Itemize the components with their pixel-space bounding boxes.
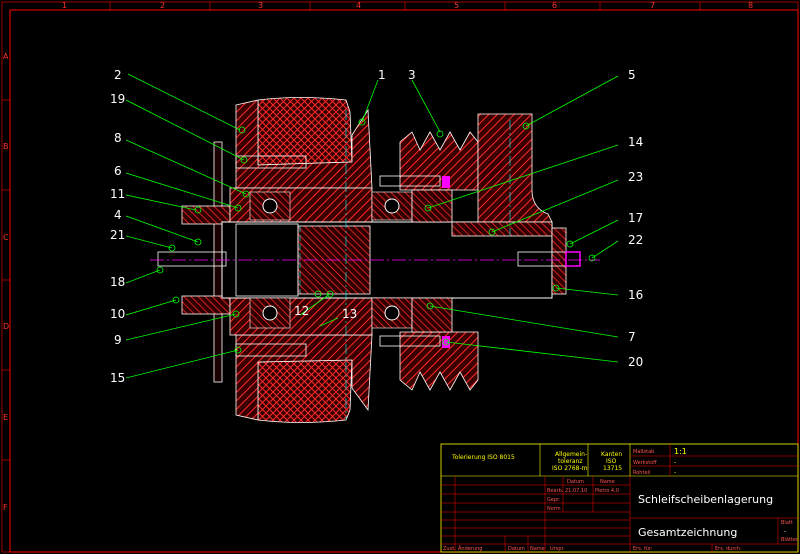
label-1: 1	[378, 68, 386, 82]
sheet-label: Blatt	[781, 520, 793, 526]
tolerance-standard: Tolerierung ISO 8015	[451, 454, 515, 461]
checked-label: Gepr.	[547, 497, 561, 503]
row-e: E	[3, 413, 8, 422]
column-6: 6	[552, 1, 557, 10]
pulley-bottom	[399, 331, 479, 391]
label-19: 19	[110, 92, 125, 106]
footer-replaced-by: Ers. durch:	[715, 546, 742, 552]
drawing-canvas: 1 2 3 4 5 6 7 8 A B C D E F 2 1 3 5 19 8…	[1, 1, 799, 553]
row-a: A	[3, 52, 9, 61]
label-6: 6	[114, 164, 122, 178]
label-5: 5	[628, 68, 636, 82]
scale-value: 1:1	[674, 447, 687, 456]
footer-name: Name	[530, 546, 545, 552]
drawn-date: 21.07.10	[565, 488, 587, 494]
support-housing	[477, 113, 553, 223]
scale-label: Maßstab	[633, 449, 654, 455]
name-header: Name	[600, 479, 615, 485]
label-2: 2	[114, 68, 122, 82]
semi-finished-label: Rohteil	[633, 470, 650, 476]
material-value: -	[674, 459, 676, 466]
column-8: 8	[748, 1, 753, 10]
label-22: 22	[628, 233, 643, 247]
drawn-label: Bearb.	[547, 488, 564, 494]
label-15: 15	[110, 371, 125, 385]
date-header: Datum	[567, 479, 584, 485]
column-5: 5	[454, 1, 459, 10]
column-7: 7	[650, 1, 655, 10]
column-2: 2	[160, 1, 165, 10]
label-18: 18	[110, 275, 125, 289]
footer-replaces: Ers. für:	[633, 546, 653, 552]
general-tolerance-line2: toleranz	[558, 458, 582, 465]
row-f: F	[3, 503, 8, 512]
edges-line3: 13715	[603, 465, 622, 472]
grinding-wheel-bottom	[257, 359, 353, 423]
label-4: 4	[114, 208, 122, 222]
label-20: 20	[628, 355, 643, 369]
sheet-value: -	[784, 528, 786, 535]
drawn-name: Pietro 4.0	[595, 488, 619, 494]
drawing-subtitle: Gesamtzeichnung	[638, 526, 737, 539]
label-12: 12	[294, 304, 309, 318]
drawing-title: Schleifscheibenlagerung	[638, 493, 773, 506]
label-3: 3	[408, 68, 416, 82]
label-11: 11	[110, 187, 125, 201]
cad-drawing-sheet: 1 2 3 4 5 6 7 8 A B C D E F 2 1 3 5 19 8…	[0, 0, 800, 554]
grinding-wheel-top	[257, 97, 353, 166]
label-21: 21	[110, 228, 125, 242]
label-17: 17	[628, 211, 643, 225]
footer-date: Datum	[508, 546, 525, 552]
label-13: 13	[342, 307, 357, 321]
label-7: 7	[628, 330, 636, 344]
column-3: 3	[258, 1, 263, 10]
label-9: 9	[114, 333, 122, 347]
label-10: 10	[110, 307, 125, 321]
semi-finished-value: -	[674, 469, 676, 476]
material-label: Werkstoff	[633, 460, 657, 466]
row-b: B	[3, 142, 9, 151]
general-tolerance-line1: Allgemein-	[555, 451, 587, 458]
footer-origin: Urspr.	[550, 546, 565, 552]
footer-change: Änderung	[458, 545, 482, 552]
label-23: 23	[628, 170, 643, 184]
label-14: 14	[628, 135, 643, 149]
footer-state: Zust.	[443, 546, 456, 552]
general-tolerance-line3: ISO 2768-m	[552, 465, 588, 472]
title-block: Tolerierung ISO 8015 Allgemein- toleranz…	[440, 443, 799, 553]
row-c: C	[3, 233, 9, 242]
label-16: 16	[628, 288, 643, 302]
column-1: 1	[62, 1, 67, 10]
pulley-top	[399, 131, 479, 191]
edges-line2: ISO	[606, 458, 617, 465]
norm-label: Norm	[547, 506, 561, 512]
row-d: D	[3, 322, 9, 331]
column-4: 4	[356, 1, 361, 10]
edges-line1: Kanten	[601, 451, 622, 458]
side-plate	[213, 141, 223, 383]
label-8: 8	[114, 131, 122, 145]
sheets-label: Blätter	[781, 537, 799, 543]
